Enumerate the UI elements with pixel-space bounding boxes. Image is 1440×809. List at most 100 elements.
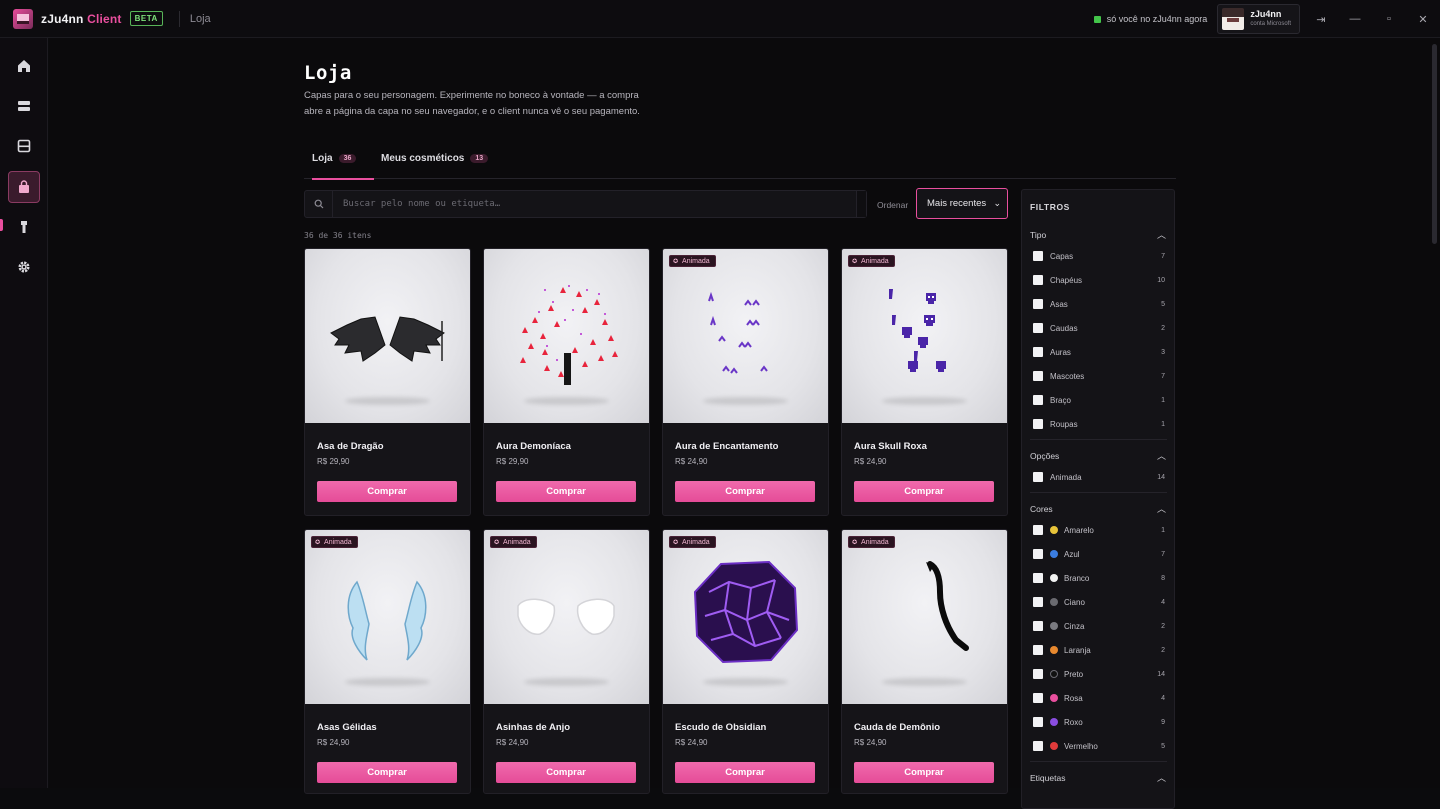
checkbox[interactable] bbox=[1033, 597, 1043, 607]
product-name: Aura Skull Roxa bbox=[854, 441, 927, 452]
checkbox[interactable] bbox=[1033, 549, 1043, 559]
filter-option[interactable]: Amarelo 1 bbox=[1033, 524, 1165, 536]
product-card[interactable]: ✪ Animada Aura Skull Roxa R$ 24,90 Compra… bbox=[841, 248, 1008, 516]
filter-option[interactable]: Cinza 2 bbox=[1033, 620, 1165, 632]
filter-option[interactable]: Asas 5 bbox=[1033, 298, 1165, 310]
checkbox[interactable] bbox=[1033, 371, 1043, 381]
scrollbar[interactable] bbox=[1432, 44, 1437, 244]
home-icon bbox=[18, 60, 30, 72]
filter-section-cores[interactable]: Cores bbox=[1030, 504, 1053, 514]
chevron-up-icon[interactable]: ︿ bbox=[1157, 502, 1166, 515]
checkbox[interactable] bbox=[1033, 645, 1043, 655]
close-button[interactable]: ✕ bbox=[1406, 0, 1440, 38]
chevron-up-icon[interactable]: ︿ bbox=[1157, 449, 1166, 462]
sidebar-item-store[interactable] bbox=[8, 171, 40, 203]
account-type: conta Microsoft bbox=[1250, 21, 1291, 27]
checkbox[interactable] bbox=[1033, 693, 1043, 703]
sidebar-item-home[interactable] bbox=[8, 50, 40, 82]
animated-badge: ✪ Animada bbox=[848, 255, 895, 267]
buy-button[interactable]: Comprar bbox=[317, 481, 457, 502]
buy-button[interactable]: Comprar bbox=[675, 481, 815, 502]
filter-option[interactable]: Roxo 9 bbox=[1033, 716, 1165, 728]
checkbox[interactable] bbox=[1033, 472, 1043, 482]
filter-option[interactable]: Vermelho 5 bbox=[1033, 740, 1165, 752]
buy-button[interactable]: Comprar bbox=[854, 762, 994, 783]
shadow bbox=[345, 678, 430, 686]
product-card[interactable]: ✪ Animada Asas Gélidas R$ 24,90 Comprar bbox=[304, 529, 471, 794]
checkbox[interactable] bbox=[1033, 621, 1043, 631]
filter-option[interactable]: Caudas 2 bbox=[1033, 322, 1165, 334]
checkbox[interactable] bbox=[1033, 347, 1043, 357]
tab-label: Loja bbox=[312, 153, 333, 164]
product-card[interactable]: ✪ Animada Cauda de Demônio R$ 24,90 Compr… bbox=[841, 529, 1008, 794]
product-card[interactable]: ✪ Animada Escudo de Obsidian R$ 24,90 Com… bbox=[662, 529, 829, 794]
filter-option[interactable]: Branco 8 bbox=[1033, 572, 1165, 584]
color-swatch bbox=[1050, 718, 1058, 726]
filter-option[interactable]: Braço 1 bbox=[1033, 394, 1165, 406]
filter-option[interactable]: Ciano 4 bbox=[1033, 596, 1165, 608]
sort-select[interactable]: Mais recentes ⌄ bbox=[916, 188, 1008, 219]
filter-option[interactable]: Rosa 4 bbox=[1033, 692, 1165, 704]
product-image: ✪ Animada bbox=[305, 530, 470, 704]
search-side-button[interactable] bbox=[856, 191, 866, 217]
logout-button[interactable]: ⇥ bbox=[1304, 0, 1338, 38]
filter-section-opcoes[interactable]: Opções bbox=[1030, 451, 1059, 461]
product-card[interactable]: Aura Demoníaca R$ 29,90 Comprar bbox=[483, 248, 650, 516]
divider bbox=[1030, 761, 1167, 762]
checkbox[interactable] bbox=[1033, 717, 1043, 727]
checkbox[interactable] bbox=[1033, 323, 1043, 333]
buy-button[interactable]: Comprar bbox=[496, 762, 636, 783]
filter-option[interactable]: Azul 7 bbox=[1033, 548, 1165, 560]
filter-option[interactable]: Animada 14 bbox=[1033, 471, 1165, 483]
buy-button[interactable]: Comprar bbox=[496, 481, 636, 502]
checkbox[interactable] bbox=[1033, 299, 1043, 309]
checkbox[interactable] bbox=[1033, 395, 1043, 405]
chevron-up-icon[interactable]: ︿ bbox=[1157, 228, 1166, 241]
filter-option[interactable]: Laranja 2 bbox=[1033, 644, 1165, 656]
account-button[interactable]: zJu4nn conta Microsoft bbox=[1217, 4, 1300, 34]
tab-meus-cosmeticos[interactable]: Meus cosméticos 13 bbox=[381, 153, 489, 179]
filter-section-etiquetas[interactable]: Etiquetas bbox=[1030, 773, 1065, 783]
sidebar-item-instances[interactable] bbox=[8, 130, 40, 162]
color-swatch bbox=[1050, 694, 1058, 702]
maximize-button[interactable]: ▫ bbox=[1372, 0, 1406, 38]
color-swatch bbox=[1050, 526, 1058, 534]
filter-option[interactable]: Mascotes 7 bbox=[1033, 370, 1165, 382]
sidebar-item-servers[interactable] bbox=[8, 90, 40, 122]
tab-loja[interactable]: Loja 36 bbox=[312, 153, 375, 180]
color-swatch bbox=[1050, 646, 1058, 654]
buy-button[interactable]: Comprar bbox=[675, 762, 815, 783]
product-card[interactable]: ✪ Animada Aura de Encantamento R$ 24,90 C… bbox=[662, 248, 829, 516]
animated-badge: ✪ Animada bbox=[490, 536, 537, 548]
app-name: zJu4nn Client bbox=[41, 11, 122, 26]
checkbox[interactable] bbox=[1033, 741, 1043, 751]
logout-icon: ⇥ bbox=[1316, 13, 1326, 26]
checkbox[interactable] bbox=[1033, 419, 1043, 429]
product-card[interactable]: Asa de Dragão R$ 29,90 Comprar bbox=[304, 248, 471, 516]
buy-button[interactable]: Comprar bbox=[854, 481, 994, 502]
checkbox[interactable] bbox=[1033, 275, 1043, 285]
filter-option[interactable]: Auras 3 bbox=[1033, 346, 1165, 358]
beta-badge: BETA bbox=[129, 11, 163, 26]
filter-option[interactable]: Preto 14 bbox=[1033, 668, 1165, 680]
shadow bbox=[703, 397, 788, 405]
animated-badge: ✪ Animada bbox=[669, 536, 716, 548]
buy-button[interactable]: Comprar bbox=[317, 762, 457, 783]
sidebar-item-settings[interactable] bbox=[8, 251, 40, 283]
minimize-button[interactable]: — bbox=[1338, 0, 1372, 38]
color-swatch bbox=[1050, 742, 1058, 750]
filter-option[interactable]: Roupas 1 bbox=[1033, 418, 1165, 430]
product-name: Aura Demoníaca bbox=[496, 441, 571, 452]
filter-option[interactable]: Chapéus 10 bbox=[1033, 274, 1165, 286]
sidebar-item-cosmetics[interactable] bbox=[8, 211, 40, 243]
checkbox[interactable] bbox=[1033, 573, 1043, 583]
product-card[interactable]: ✪ Animada Asinhas de Anjo R$ 24,90 Compra… bbox=[483, 529, 650, 794]
checkbox[interactable] bbox=[1033, 525, 1043, 535]
checkbox[interactable] bbox=[1033, 251, 1043, 261]
filter-option[interactable]: Capas 7 bbox=[1033, 250, 1165, 262]
search-input[interactable] bbox=[333, 191, 856, 217]
product-price: R$ 24,90 bbox=[496, 738, 529, 747]
filter-section-tipo[interactable]: Tipo bbox=[1030, 230, 1046, 240]
checkbox[interactable] bbox=[1033, 669, 1043, 679]
chevron-up-icon[interactable]: ︿ bbox=[1157, 771, 1166, 784]
